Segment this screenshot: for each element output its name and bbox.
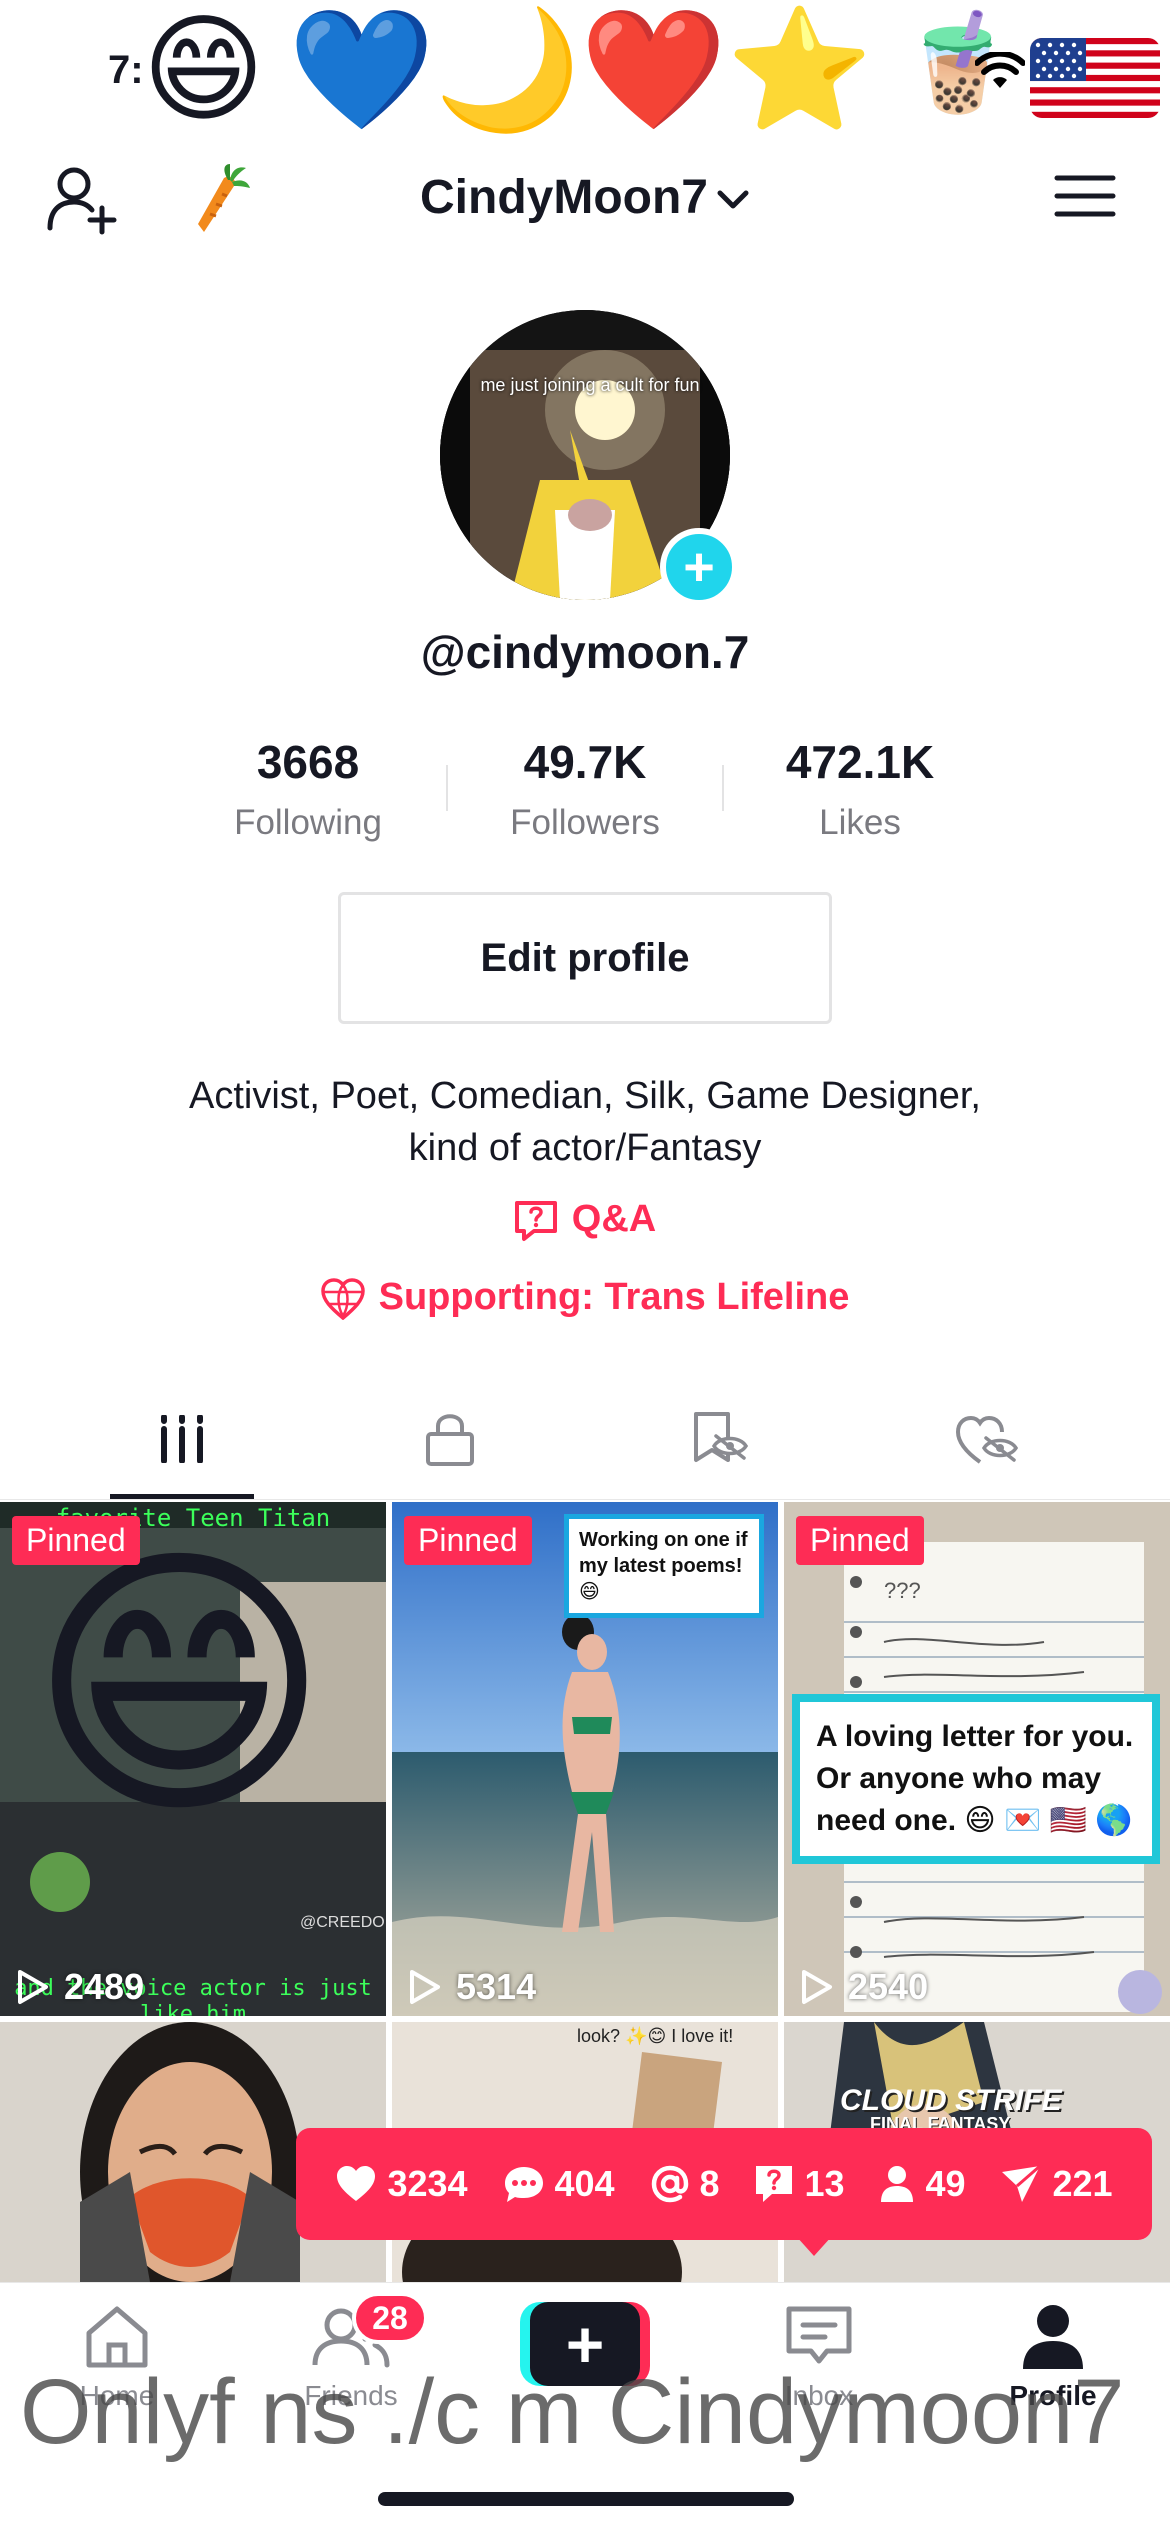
supporting-link[interactable]: Supporting: Trans Lifeline	[0, 1276, 1170, 1321]
view-count: 2540	[800, 1966, 928, 2008]
saved-hidden-icon	[694, 1412, 748, 1462]
qa-icon	[756, 2166, 793, 2202]
tab-private[interactable]	[304, 1380, 596, 1498]
status-bar: 7: 😄 💙 🌙 ❤️ ⭐ 🧋	[0, 0, 1170, 150]
status-time: 7:	[108, 48, 144, 92]
view-count: 5314	[408, 1966, 536, 2008]
star-emoji: ⭐	[726, 0, 873, 138]
shares-count: 221	[1000, 2163, 1113, 2205]
bio-line: Activist, Poet, Comedian, Silk, Game Des…	[189, 1075, 981, 1117]
profile-tabs	[0, 1380, 1170, 1500]
comment-icon	[504, 2167, 543, 2202]
stat-label: Followers	[510, 803, 660, 842]
pinned-badge: Pinned	[796, 1516, 924, 1565]
friends-notification-badge: 28	[352, 2292, 428, 2344]
video-card-text: A loving letter for you. Or anyone who m…	[792, 1694, 1160, 1864]
view-count: 2489	[16, 1966, 144, 2008]
globe-heart-icon	[320, 1278, 365, 1321]
stat-likes[interactable]: 472.1K Likes	[740, 735, 980, 843]
qa-value: 13	[804, 2163, 845, 2204]
followers-count: 49	[879, 2163, 966, 2205]
shares-value: 221	[1052, 2163, 1113, 2204]
likes-value: 3234	[387, 2163, 468, 2204]
active-tab-indicator	[110, 1494, 254, 1499]
home-indicator	[378, 2492, 794, 2506]
share-icon	[1002, 2164, 1042, 2202]
blue-heart-emoji: 💙	[288, 0, 435, 138]
grin-emoji: 😄	[28, 1518, 331, 1855]
play-icon	[410, 1970, 440, 2004]
view-count-value: 5314	[456, 1966, 537, 2007]
qa-label: Q&A	[571, 1198, 657, 1240]
view-count-value: 2540	[848, 1966, 929, 2007]
video-tile-2[interactable]: Working on one if my latest poems! 😄 Pin…	[392, 1502, 778, 2016]
video-overlay-text: Working on one if my latest poems! 😄	[564, 1514, 764, 1618]
grin-emoji: 😄	[142, 0, 266, 138]
note-text: ???	[884, 1578, 921, 1603]
watermark-text: Onlyf ns ./c m Cindymoon7	[20, 2361, 1125, 2463]
notification-pointer	[796, 2236, 832, 2256]
mentions-value: 8	[699, 2163, 720, 2204]
activity-notification-bubble[interactable]: 3234 404 8 13 49 221	[296, 2128, 1152, 2240]
tab-videos[interactable]	[36, 1380, 328, 1498]
red-heart-emoji: ❤️	[580, 0, 727, 138]
followers-value: 49	[925, 2163, 966, 2204]
likes-count: 3234	[335, 2163, 468, 2205]
stat-divider	[722, 765, 724, 811]
hamburger-menu-icon[interactable]	[1054, 172, 1116, 220]
video-tile-1[interactable]: favorite Teen Titan 😄 @CREEDOFF and the …	[0, 1502, 386, 2016]
comments-value: 404	[554, 2163, 615, 2204]
qa-icon	[514, 1200, 557, 1241]
stat-value: 49.7K	[523, 736, 647, 788]
lock-icon	[426, 1414, 474, 1466]
profile-header: CindyMoon7	[0, 150, 1170, 250]
stat-label: Following	[234, 803, 382, 842]
mention-icon	[651, 2165, 688, 2203]
add-story-button[interactable]: +	[660, 528, 738, 606]
profile-handle: @cindymoon.7	[420, 626, 750, 678]
qa-link[interactable]: Q&A	[0, 1198, 1170, 1242]
tab-liked[interactable]	[840, 1380, 1132, 1498]
pinned-badge: Pinned	[404, 1516, 532, 1565]
us-flag-icon	[1030, 38, 1160, 118]
comments-count: 404	[503, 2163, 615, 2205]
mentions-count: 8	[650, 2163, 720, 2205]
wifi-icon	[975, 52, 1025, 88]
qa-count: 13	[754, 2163, 845, 2205]
supporting-label: Supporting: Trans Lifeline	[378, 1276, 850, 1318]
videos-grid-icon	[161, 1415, 203, 1463]
video-credit: @CREEDOFF	[300, 1914, 386, 1931]
tab-saved[interactable]	[572, 1380, 864, 1498]
video-title-text: CLOUD STRIFE	[840, 2084, 1062, 2117]
person-icon	[881, 2166, 914, 2202]
username-label: CindyMoon7	[420, 171, 708, 224]
stat-value: 3668	[256, 736, 360, 788]
stat-following[interactable]: 3668 Following	[188, 735, 428, 843]
stat-label: Likes	[819, 803, 901, 842]
chevron-down-icon	[717, 190, 749, 209]
pinned-badge: Pinned	[12, 1516, 140, 1565]
heart-icon	[337, 2166, 376, 2201]
video-tile-3[interactable]: ??? A loving letter for you. Or anyone w…	[784, 1502, 1170, 2016]
liked-hidden-icon	[955, 1415, 1018, 1464]
profile-bio: Activist, Poet, Comedian, Silk, Game Des…	[0, 1070, 1170, 1174]
video-top-text: look? ✨😊 I love it!	[577, 2026, 734, 2046]
play-icon	[802, 1970, 832, 2004]
moon-emoji: 🌙	[434, 0, 581, 138]
view-count-value: 2489	[64, 1966, 145, 2007]
avatar-caption: me just joining a cult for fun	[480, 375, 700, 395]
bio-line: kind of actor/Fantasy	[408, 1127, 762, 1169]
username-switcher[interactable]: CindyMoon7	[0, 170, 1170, 225]
stat-followers[interactable]: 49.7K Followers	[465, 735, 705, 843]
edit-profile-button[interactable]: Edit profile	[338, 892, 832, 1024]
play-icon	[18, 1970, 48, 2004]
stat-value: 472.1K	[785, 736, 935, 788]
stat-divider	[446, 765, 448, 811]
